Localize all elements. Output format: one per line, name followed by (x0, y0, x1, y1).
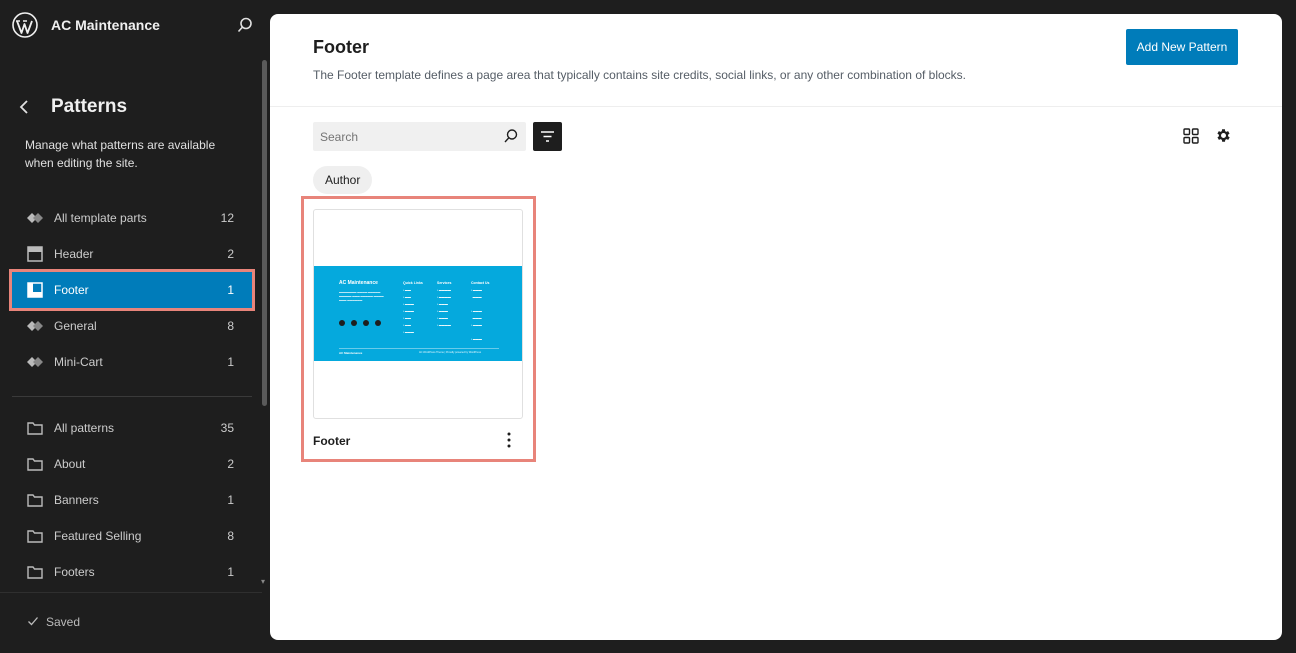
sidebar-item-footer[interactable]: Footer 1 (9, 269, 255, 311)
filter-button[interactable] (533, 122, 562, 151)
preview-col-title: Contact Us (471, 281, 490, 285)
scroll-down-icon[interactable]: ▾ (261, 577, 265, 586)
sidebar-item-label: All template parts (54, 211, 147, 225)
header-icon (27, 246, 43, 262)
author-filter-chip[interactable]: Author (313, 166, 373, 194)
preview-col-contact: Contact Us • ▬▬▬ ▬▬▬ • ▬▬▬ ▬▬▬ • ▬▬▬ • ▬▬▬ (471, 281, 490, 341)
sidebar-item-count: 1 (227, 283, 234, 297)
header-divider (270, 106, 1282, 107)
sidebar-item-label: Banners (54, 493, 99, 507)
sidebar-item-label: About (54, 457, 86, 471)
search-icon[interactable] (236, 16, 254, 34)
sidebar-item-count: 8 (227, 529, 234, 543)
sidebar-item-count: 2 (227, 247, 234, 261)
folder-icon (27, 530, 43, 543)
sidebar-item-label: Footer (54, 283, 89, 297)
pattern-preview[interactable]: AC Maintenance ▬▬▬▬▬▬▬ ▬▬▬▬ ▬▬▬▬▬ ▬▬▬▬▬ … (313, 209, 523, 419)
sidebar-scrollbar[interactable] (262, 60, 267, 406)
gear-icon[interactable] (1215, 127, 1232, 144)
sidebar-item-all-patterns[interactable]: All patterns 35 (12, 410, 252, 446)
sidebar-item-label: All patterns (54, 421, 115, 435)
folder-icon (27, 494, 43, 507)
preview-divider (339, 348, 499, 349)
site-editor: AC Maintenance ▾ Patterns Manage what pa… (0, 0, 1296, 653)
sidebar-item-count: 2 (227, 457, 234, 471)
sidebar-item-label: Featured Selling (54, 529, 142, 543)
preview-col-title: Quick Links (403, 281, 423, 285)
site-title[interactable]: AC Maintenance (51, 17, 160, 33)
panel-title: Patterns (51, 96, 128, 117)
preview-copyright: AC Maintenance (339, 351, 363, 355)
main-content: Footer The Footer template defines a pag… (270, 14, 1282, 640)
wordpress-logo-icon[interactable] (12, 12, 38, 38)
pattern-card[interactable]: AC Maintenance ▬▬▬▬▬▬▬ ▬▬▬▬ ▬▬▬▬▬ ▬▬▬▬▬ … (301, 196, 536, 462)
sidebar-item-label: Header (54, 247, 94, 261)
symbol-icon (27, 321, 43, 331)
more-vertical-icon[interactable] (502, 431, 516, 449)
preview-social-icons (339, 320, 381, 326)
page-title: Footer (313, 37, 369, 57)
sidebar-item-count: 35 (220, 421, 234, 435)
sidebar-item-count: 1 (227, 565, 234, 579)
sidebar-footer-divider (0, 592, 262, 593)
sidebar-item-count: 8 (227, 319, 234, 333)
add-new-pattern-button[interactable]: Add New Pattern (1126, 29, 1238, 65)
page-description: The Footer template defines a page area … (313, 68, 967, 82)
check-icon (28, 617, 38, 626)
sidebar-item-all-template-parts[interactable]: All template parts 12 (12, 200, 252, 236)
sidebar-item-label: Mini-Cart (54, 355, 103, 369)
panel-description: Manage what patterns are available when … (25, 138, 216, 170)
folder-icon (27, 458, 43, 471)
preview-credits: AC WordPress Theme | Proudly powered by … (419, 351, 482, 354)
sidebar-item-label: Footers (54, 565, 95, 579)
sidebar-item-about[interactable]: About 2 (12, 446, 252, 482)
preview-col-title: Services (437, 281, 452, 285)
sidebar-item-banners[interactable]: Banners 1 (12, 482, 252, 518)
filter-icon (541, 131, 554, 142)
preview-brand: AC Maintenance (339, 280, 378, 286)
sidebar-item-general[interactable]: General 8 (12, 308, 252, 344)
symbol-icon (27, 357, 43, 367)
folder-icon (27, 422, 43, 435)
sidebar-divider (12, 396, 252, 397)
save-status: Saved (46, 615, 81, 629)
preview-footer-block: AC Maintenance ▬▬▬▬▬▬▬ ▬▬▬▬ ▬▬▬▬▬ ▬▬▬▬▬ … (314, 266, 522, 361)
sidebar-item-mini-cart[interactable]: Mini-Cart 1 (12, 344, 252, 380)
sidebar-item-count: 1 (227, 493, 234, 507)
search-field (313, 122, 526, 151)
sidebar: AC Maintenance ▾ Patterns Manage what pa… (0, 0, 270, 653)
search-input[interactable] (313, 122, 498, 151)
sidebar-item-count: 12 (220, 211, 234, 225)
preview-lorem-text: ▬▬▬▬▬▬▬ ▬▬▬▬ ▬▬▬▬▬ ▬▬▬▬▬ ▬▬▬ ▬▬▬▬▬ ▬▬▬▬ … (339, 291, 384, 302)
symbol-icon (27, 213, 43, 223)
sidebar-item-header[interactable]: Header 2 (12, 236, 252, 272)
sidebar-item-label: General (54, 319, 97, 333)
search-icon (504, 129, 518, 143)
preview-col-quick-links: Quick Links • ▬▬ • ▬▬ • ▬▬▬ • ▬▬▬ • ▬▬ • ▬▬ • ▬… (403, 281, 423, 334)
sidebar-item-footers[interactable]: Footers 1 (12, 554, 252, 590)
footer-icon (27, 282, 43, 298)
sidebar-item-featured-selling[interactable]: Featured Selling 8 (12, 518, 252, 554)
folder-icon (27, 566, 43, 579)
pattern-card-title[interactable]: Footer (313, 434, 350, 448)
site-hub: AC Maintenance (0, 0, 270, 50)
back-chevron-icon[interactable] (16, 98, 34, 116)
sidebar-item-count: 1 (227, 355, 234, 369)
preview-col-services: Services • ▬▬▬▬ • ▬▬▬▬ • ▬▬▬ • ▬▬▬ • ▬▬▬ • ▬▬▬… (437, 281, 452, 327)
grid-view-icon[interactable] (1183, 128, 1199, 144)
